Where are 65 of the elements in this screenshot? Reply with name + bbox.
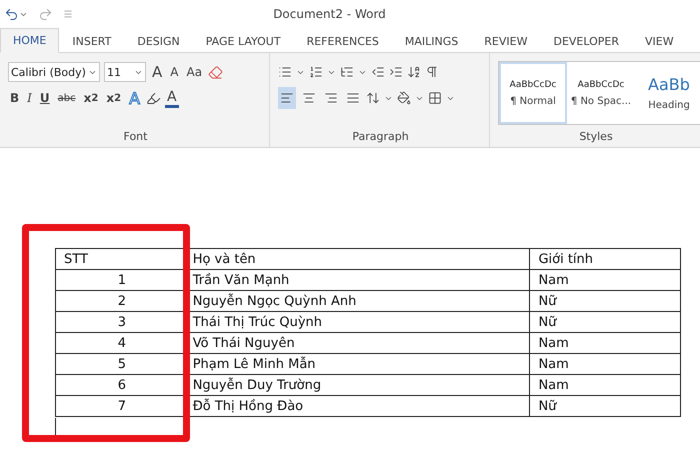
ribbon-tab[interactable]: REFERENCES	[294, 29, 392, 53]
multilevel-list-icon[interactable]	[340, 65, 354, 79]
style-preview: AaBbCcDc	[510, 80, 556, 90]
strikethrough-button[interactable]: abc	[56, 87, 78, 109]
ribbon-tab[interactable]: VIEW	[632, 29, 687, 53]
group-label: Font	[124, 130, 148, 143]
group-label: Styles	[579, 130, 613, 143]
table-header-cell: Họ và tên	[188, 248, 530, 270]
ribbon-tab[interactable]: DEVELOPER	[540, 29, 632, 53]
increase-indent-icon[interactable]	[389, 65, 403, 79]
table-cell: Nam	[530, 332, 680, 354]
ribbon-tab[interactable]: DESIGN	[124, 29, 193, 53]
ribbon-tab[interactable]: PAGE LAYOUT	[192, 29, 294, 53]
table-cell: Nữ	[530, 312, 680, 332]
align-center-icon	[302, 91, 316, 105]
decrease-indent-icon[interactable]	[371, 65, 385, 79]
italic-button[interactable]: I	[25, 87, 34, 109]
ribbon-tab[interactable]: REVIEW	[471, 29, 540, 53]
table-cell: Đỗ Thị Hồng Đào	[188, 396, 530, 416]
style-name: Heading	[648, 100, 690, 111]
line-spacing-icon[interactable]	[366, 91, 380, 105]
table-cell: Thái Thị Trúc Quỳnh	[188, 312, 530, 332]
table-cell: Nam	[530, 270, 680, 290]
ribbon-tab[interactable]: INSERT	[59, 29, 124, 53]
align-left-icon	[280, 91, 294, 105]
numbering-icon[interactable]	[309, 65, 323, 79]
underline-button[interactable]: U	[38, 87, 52, 109]
eraser-icon[interactable]	[208, 64, 224, 80]
table-cell: Nam	[530, 374, 680, 396]
style-name: ¶ No Spac...	[570, 96, 632, 106]
window-title: Document2 - Word	[272, 7, 387, 21]
group-label: Paragraph	[352, 130, 409, 143]
align-button[interactable]	[278, 87, 296, 109]
table-cell: Nữ	[530, 290, 680, 312]
borders-icon[interactable]	[428, 91, 442, 105]
change-case-button[interactable]: Aa	[184, 61, 204, 83]
shrink-font-button[interactable]: A	[168, 61, 180, 83]
undo-icon[interactable]	[4, 6, 19, 22]
style-preview: AaBb	[648, 75, 690, 94]
grow-font-button[interactable]: A	[150, 61, 164, 83]
align-justify-icon	[346, 91, 360, 105]
ribbon-tab[interactable]: MAILINGS	[392, 29, 472, 53]
table-cell: Trần Văn Mạnh	[188, 270, 530, 290]
sort-icon[interactable]	[407, 65, 421, 79]
table-cell: Nam	[530, 354, 680, 374]
style-item[interactable]: AaBbCcDc ¶ Normal	[499, 62, 567, 124]
bold-button[interactable]: B	[8, 87, 22, 109]
table-header-cell: Giới tính	[530, 248, 680, 270]
table-cell: Nữ	[530, 396, 680, 416]
ribbon-tab[interactable]: HOME	[0, 28, 60, 53]
pilcrow-icon[interactable]	[425, 65, 439, 79]
font-size-field[interactable]: 11	[104, 62, 146, 82]
align-right-icon	[324, 91, 338, 105]
table-cell: Nguyễn Duy Trường	[188, 374, 530, 396]
style-preview: AaBbCcDc	[578, 80, 624, 90]
style-item[interactable]: AaBb Heading	[635, 62, 700, 124]
paint-bucket-icon[interactable]	[397, 91, 411, 105]
highlighter-icon[interactable]	[146, 90, 162, 106]
font-color-button[interactable]: A	[165, 88, 179, 108]
font-name-field[interactable]: Calibri (Body)	[8, 62, 100, 82]
table-cell: Võ Thái Nguyên	[188, 332, 530, 354]
table-cell: Phạm Lê Minh Mẫn	[188, 354, 530, 374]
style-name: ¶ Normal	[510, 96, 556, 106]
table-cell: Nguyễn Ngọc Quỳnh Anh	[188, 290, 530, 312]
style-item[interactable]: AaBbCcDc ¶ No Spac...	[567, 62, 635, 124]
